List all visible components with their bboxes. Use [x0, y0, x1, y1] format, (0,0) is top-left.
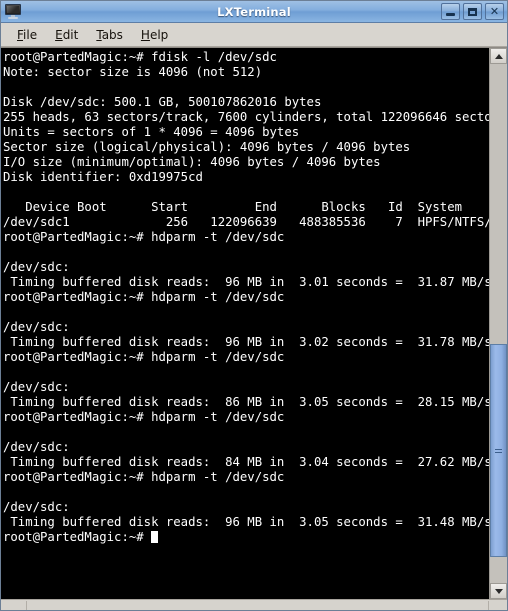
- terminal-area: root@PartedMagic:~# fdisk -l /dev/sdc Not…: [1, 47, 507, 599]
- terminal-line: Sector size (logical/physical): 4096 byt…: [3, 140, 411, 154]
- menu-item-help[interactable]: Help: [132, 25, 177, 45]
- menu-bar: File Edit Tabs Help: [1, 23, 507, 47]
- scrollbar-thumb[interactable]: [490, 344, 507, 558]
- terminal-line: root@PartedMagic:~# hdparm -t /dev/sdc: [3, 470, 285, 484]
- terminal-line: root@PartedMagic:~# hdparm -t /dev/sdc: [3, 410, 285, 424]
- terminal-scrollbar[interactable]: [489, 48, 507, 599]
- terminal-line: Timing buffered disk reads: 96 MB in 3.0…: [3, 515, 489, 529]
- minimize-icon: [446, 12, 455, 16]
- terminal-line: root@PartedMagic:~# hdparm -t /dev/sdc: [3, 290, 285, 304]
- terminal-line: I/O size (minimum/optimal): 4096 bytes /…: [3, 155, 381, 169]
- terminal-line: root@PartedMagic:~# hdparm -t /dev/sdc: [3, 230, 285, 244]
- menu-edit-rest: dit: [62, 27, 79, 42]
- terminal-line: root@PartedMagic:~# hdparm -t /dev/sdc: [3, 350, 285, 364]
- menu-item-edit[interactable]: Edit: [46, 25, 87, 45]
- terminal-line: Timing buffered disk reads: 96 MB in 3.0…: [3, 275, 489, 289]
- terminal-line: Note: sector size is 4096 (not 512): [3, 65, 263, 79]
- terminal-line: 255 heads, 63 sectors/track, 7600 cylind…: [3, 110, 489, 124]
- terminal-line: /dev/sdc:: [3, 260, 70, 274]
- terminal-line: /dev/sdc:: [3, 440, 70, 454]
- status-bar: [1, 599, 507, 610]
- scrollbar-track[interactable]: [490, 64, 507, 583]
- chevron-down-icon: [494, 588, 503, 594]
- close-button[interactable]: ✕: [485, 3, 504, 20]
- terminal-line: Timing buffered disk reads: 96 MB in 3.0…: [3, 335, 489, 349]
- terminal-line: Disk /dev/sdc: 500.1 GB, 500107862016 by…: [3, 95, 322, 109]
- menu-help-accel: H: [140, 27, 150, 42]
- close-icon: ✕: [489, 5, 500, 18]
- window-controls: ✕: [441, 3, 504, 20]
- maximize-icon: [468, 7, 477, 16]
- grip-line: [495, 448, 502, 450]
- minimize-button[interactable]: [441, 3, 460, 20]
- menu-tabs-rest: abs: [101, 27, 123, 42]
- status-segment-middle: [27, 600, 489, 610]
- terminal-line: /dev/sdc1 256 122096639 488385536 7 HPFS…: [3, 215, 489, 229]
- window-title: LXTerminal: [217, 4, 291, 19]
- status-segment-left: [1, 600, 27, 610]
- terminal-line: Disk identifier: 0xd19975cd: [3, 170, 203, 184]
- scroll-up-button[interactable]: [490, 48, 507, 64]
- prompt-text: root@PartedMagic:~#: [3, 530, 152, 544]
- maximize-button[interactable]: [463, 3, 482, 20]
- scroll-down-button[interactable]: [490, 583, 507, 599]
- resize-grip[interactable]: [489, 601, 507, 610]
- monitor-icon: [5, 4, 21, 19]
- menu-item-file[interactable]: File: [8, 25, 46, 45]
- terminal-line: /dev/sdc:: [3, 320, 70, 334]
- menu-file-rest: ile: [23, 27, 38, 42]
- lxterminal-window: LXTerminal ✕ File Edit Tabs Help root@Pa…: [0, 0, 508, 611]
- text-cursor: [151, 531, 159, 543]
- chevron-up-icon: [494, 53, 503, 59]
- terminal-line: /dev/sdc:: [3, 500, 70, 514]
- menu-edit-accel: E: [55, 27, 63, 42]
- title-bar[interactable]: LXTerminal ✕: [1, 1, 507, 23]
- menu-item-tabs[interactable]: Tabs: [87, 25, 132, 45]
- terminal-prompt-line: root@PartedMagic:~#: [3, 530, 489, 545]
- terminal-line: /dev/sdc:: [3, 380, 70, 394]
- terminal-line: root@PartedMagic:~# fdisk -l /dev/sdc: [3, 50, 277, 64]
- terminal-line: Timing buffered disk reads: 84 MB in 3.0…: [3, 455, 489, 469]
- terminal-output[interactable]: root@PartedMagic:~# fdisk -l /dev/sdc Not…: [1, 48, 489, 599]
- grip-line: [495, 451, 502, 453]
- menu-help-rest: elp: [149, 27, 169, 42]
- terminal-line: Device Boot Start End Blocks Id System: [3, 200, 463, 214]
- terminal-line: Timing buffered disk reads: 86 MB in 3.0…: [3, 395, 489, 409]
- terminal-line: Units = sectors of 1 * 4096 = 4096 bytes: [3, 125, 300, 139]
